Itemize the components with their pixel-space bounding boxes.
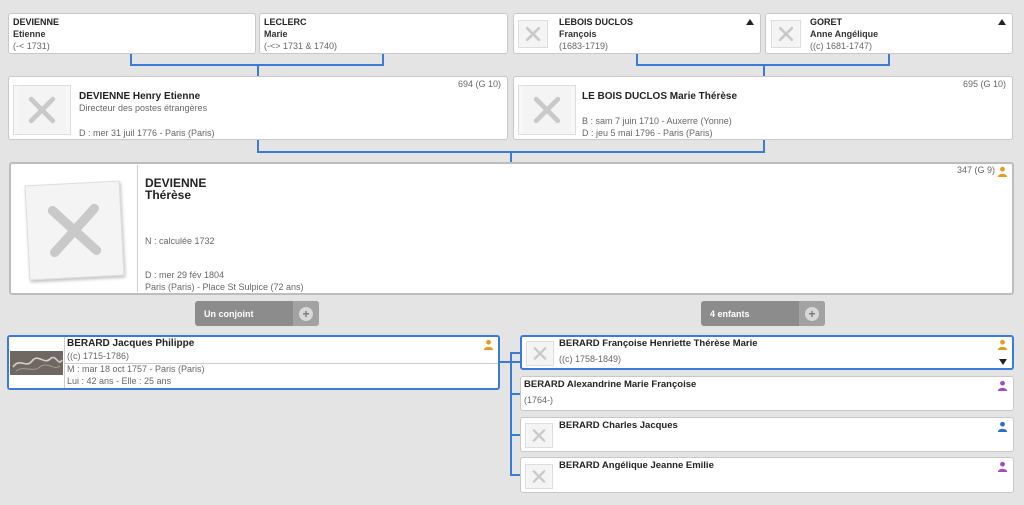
grandparent-dates: ((c) 1681-1747) <box>810 41 873 51</box>
father-occupation: Directeur des postes étrangères <box>79 103 208 113</box>
mother-name: LE BOIS DUCLOS Marie Thérèse <box>582 91 738 102</box>
signature-image-icon <box>10 351 63 375</box>
spouse-name: BERARD Jacques Philippe <box>67 338 195 349</box>
child-card-2[interactable]: BERARD Alexandrine Marie Françoise (1764… <box>520 376 1014 411</box>
grandparent-surname: GORET <box>810 17 843 27</box>
father-name: DEVIENNE Henry Etienne <box>79 91 201 102</box>
father-ref: 694 (G 10) <box>457 79 501 89</box>
photo-placeholder-icon <box>13 85 71 135</box>
female-person-icon <box>997 461 1008 472</box>
connector-line <box>510 352 512 475</box>
children-label: 4 enfants <box>710 308 750 319</box>
spouse-photo <box>9 337 65 388</box>
photo-placeholder-icon <box>518 85 576 135</box>
male-person-icon <box>997 421 1008 432</box>
mother-card[interactable]: LE BOIS DUCLOS Marie Thérèse B : sam 7 j… <box>513 76 1013 140</box>
child-dates: ((c) 1758-1849) <box>559 354 622 364</box>
photo-placeholder-icon <box>526 341 554 366</box>
plus-wrap: + <box>799 301 825 326</box>
child-name: BERARD Alexandrine Marie Françoise <box>524 379 697 390</box>
grandparent-firstname: Etienne <box>13 29 46 39</box>
expand-up-icon[interactable] <box>746 19 754 25</box>
mother-ref: 695 (G 10) <box>962 79 1006 89</box>
child-name: BERARD Françoise Henriette Thérèse Marie <box>559 338 758 349</box>
grandparent-surname: LECLERC <box>264 17 307 27</box>
plus-icon[interactable]: + <box>805 306 819 321</box>
connector-line <box>763 64 765 76</box>
child-dates: (1764-) <box>524 395 554 405</box>
photo-placeholder-icon <box>24 180 125 281</box>
main-ref: 347 (G 9) <box>956 165 995 175</box>
main-person-card[interactable]: DEVIENNE Thérèse N : calculée 1732 D : m… <box>9 162 1014 295</box>
expand-up-icon[interactable] <box>998 19 1006 25</box>
children-button[interactable]: 4 enfants + <box>701 301 825 326</box>
photo-placeholder-icon <box>525 423 553 448</box>
main-death: D : mer 29 fév 1804 <box>145 270 225 280</box>
main-death-place: Paris (Paris) - Place St Sulpice (72 ans… <box>145 282 304 292</box>
marriage-ages: Lui : 42 ans - Elle : 25 ans <box>67 376 172 386</box>
grandparent-firstname: Anne Angélique <box>810 29 879 39</box>
grandparent-card-1[interactable]: DEVIENNE Etienne (-< 1731) <box>8 13 256 54</box>
father-death: D : mer 31 juil 1776 - Paris (Paris) <box>79 128 215 138</box>
mother-death: D : jeu 5 mai 1796 - Paris (Paris) <box>582 128 713 138</box>
connector-line <box>510 151 512 162</box>
child-card-3[interactable]: BERARD Charles Jacques <box>520 417 1014 452</box>
person-icon <box>997 166 1008 177</box>
spouse-dates: ((c) 1715-1786) <box>67 351 130 361</box>
main-birth: N : calculée 1732 <box>145 236 215 246</box>
child-card-1[interactable]: BERARD Françoise Henriette Thérèse Marie… <box>520 335 1014 370</box>
grandparent-card-3[interactable]: LEBOIS DUCLOS François (1683-1719) <box>513 13 761 54</box>
expand-down-icon[interactable] <box>999 359 1007 365</box>
photo-placeholder-icon <box>518 20 548 48</box>
photo-placeholder-icon <box>771 20 801 48</box>
photo-placeholder-icon <box>525 464 553 489</box>
grandparent-dates: (1683-1719) <box>559 41 609 51</box>
grandparent-card-2[interactable]: LECLERC Marie (-<> 1731 & 1740) <box>259 13 508 54</box>
mother-birth: B : sam 7 juin 1710 - Auxerre (Yonne) <box>582 116 732 126</box>
spouses-label: Un conjoint <box>204 308 254 319</box>
child-name: BERARD Angélique Jeanne Emilie <box>559 460 714 471</box>
grandparent-surname: LEBOIS DUCLOS <box>559 17 634 27</box>
grandparent-firstname: François <box>559 29 597 39</box>
plus-icon[interactable]: + <box>299 306 313 321</box>
connector-line <box>257 64 259 76</box>
main-firstname: Thérèse <box>145 188 192 202</box>
marriage-info: M : mar 18 oct 1757 - Paris (Paris) <box>67 364 205 374</box>
plus-wrap: + <box>293 301 319 326</box>
grandparent-dates: (-< 1731) <box>13 41 50 51</box>
grandparent-firstname: Marie <box>264 29 288 39</box>
female-person-icon <box>997 380 1008 391</box>
person-icon <box>483 339 494 350</box>
child-card-4[interactable]: BERARD Angélique Jeanne Emilie <box>520 457 1014 493</box>
child-name: BERARD Charles Jacques <box>559 420 678 431</box>
father-card[interactable]: DEVIENNE Henry Etienne Directeur des pos… <box>8 76 508 140</box>
spouses-button[interactable]: Un conjoint + <box>195 301 319 326</box>
spouse-card[interactable]: BERARD Jacques Philippe ((c) 1715-1786) … <box>7 335 500 390</box>
grandparent-surname: DEVIENNE <box>13 17 60 27</box>
main-photo-frame <box>12 165 138 292</box>
person-icon <box>997 339 1008 350</box>
grandparent-dates: (-<> 1731 & 1740) <box>264 41 338 51</box>
grandparent-card-4[interactable]: GORET Anne Angélique ((c) 1681-1747) <box>765 13 1013 54</box>
